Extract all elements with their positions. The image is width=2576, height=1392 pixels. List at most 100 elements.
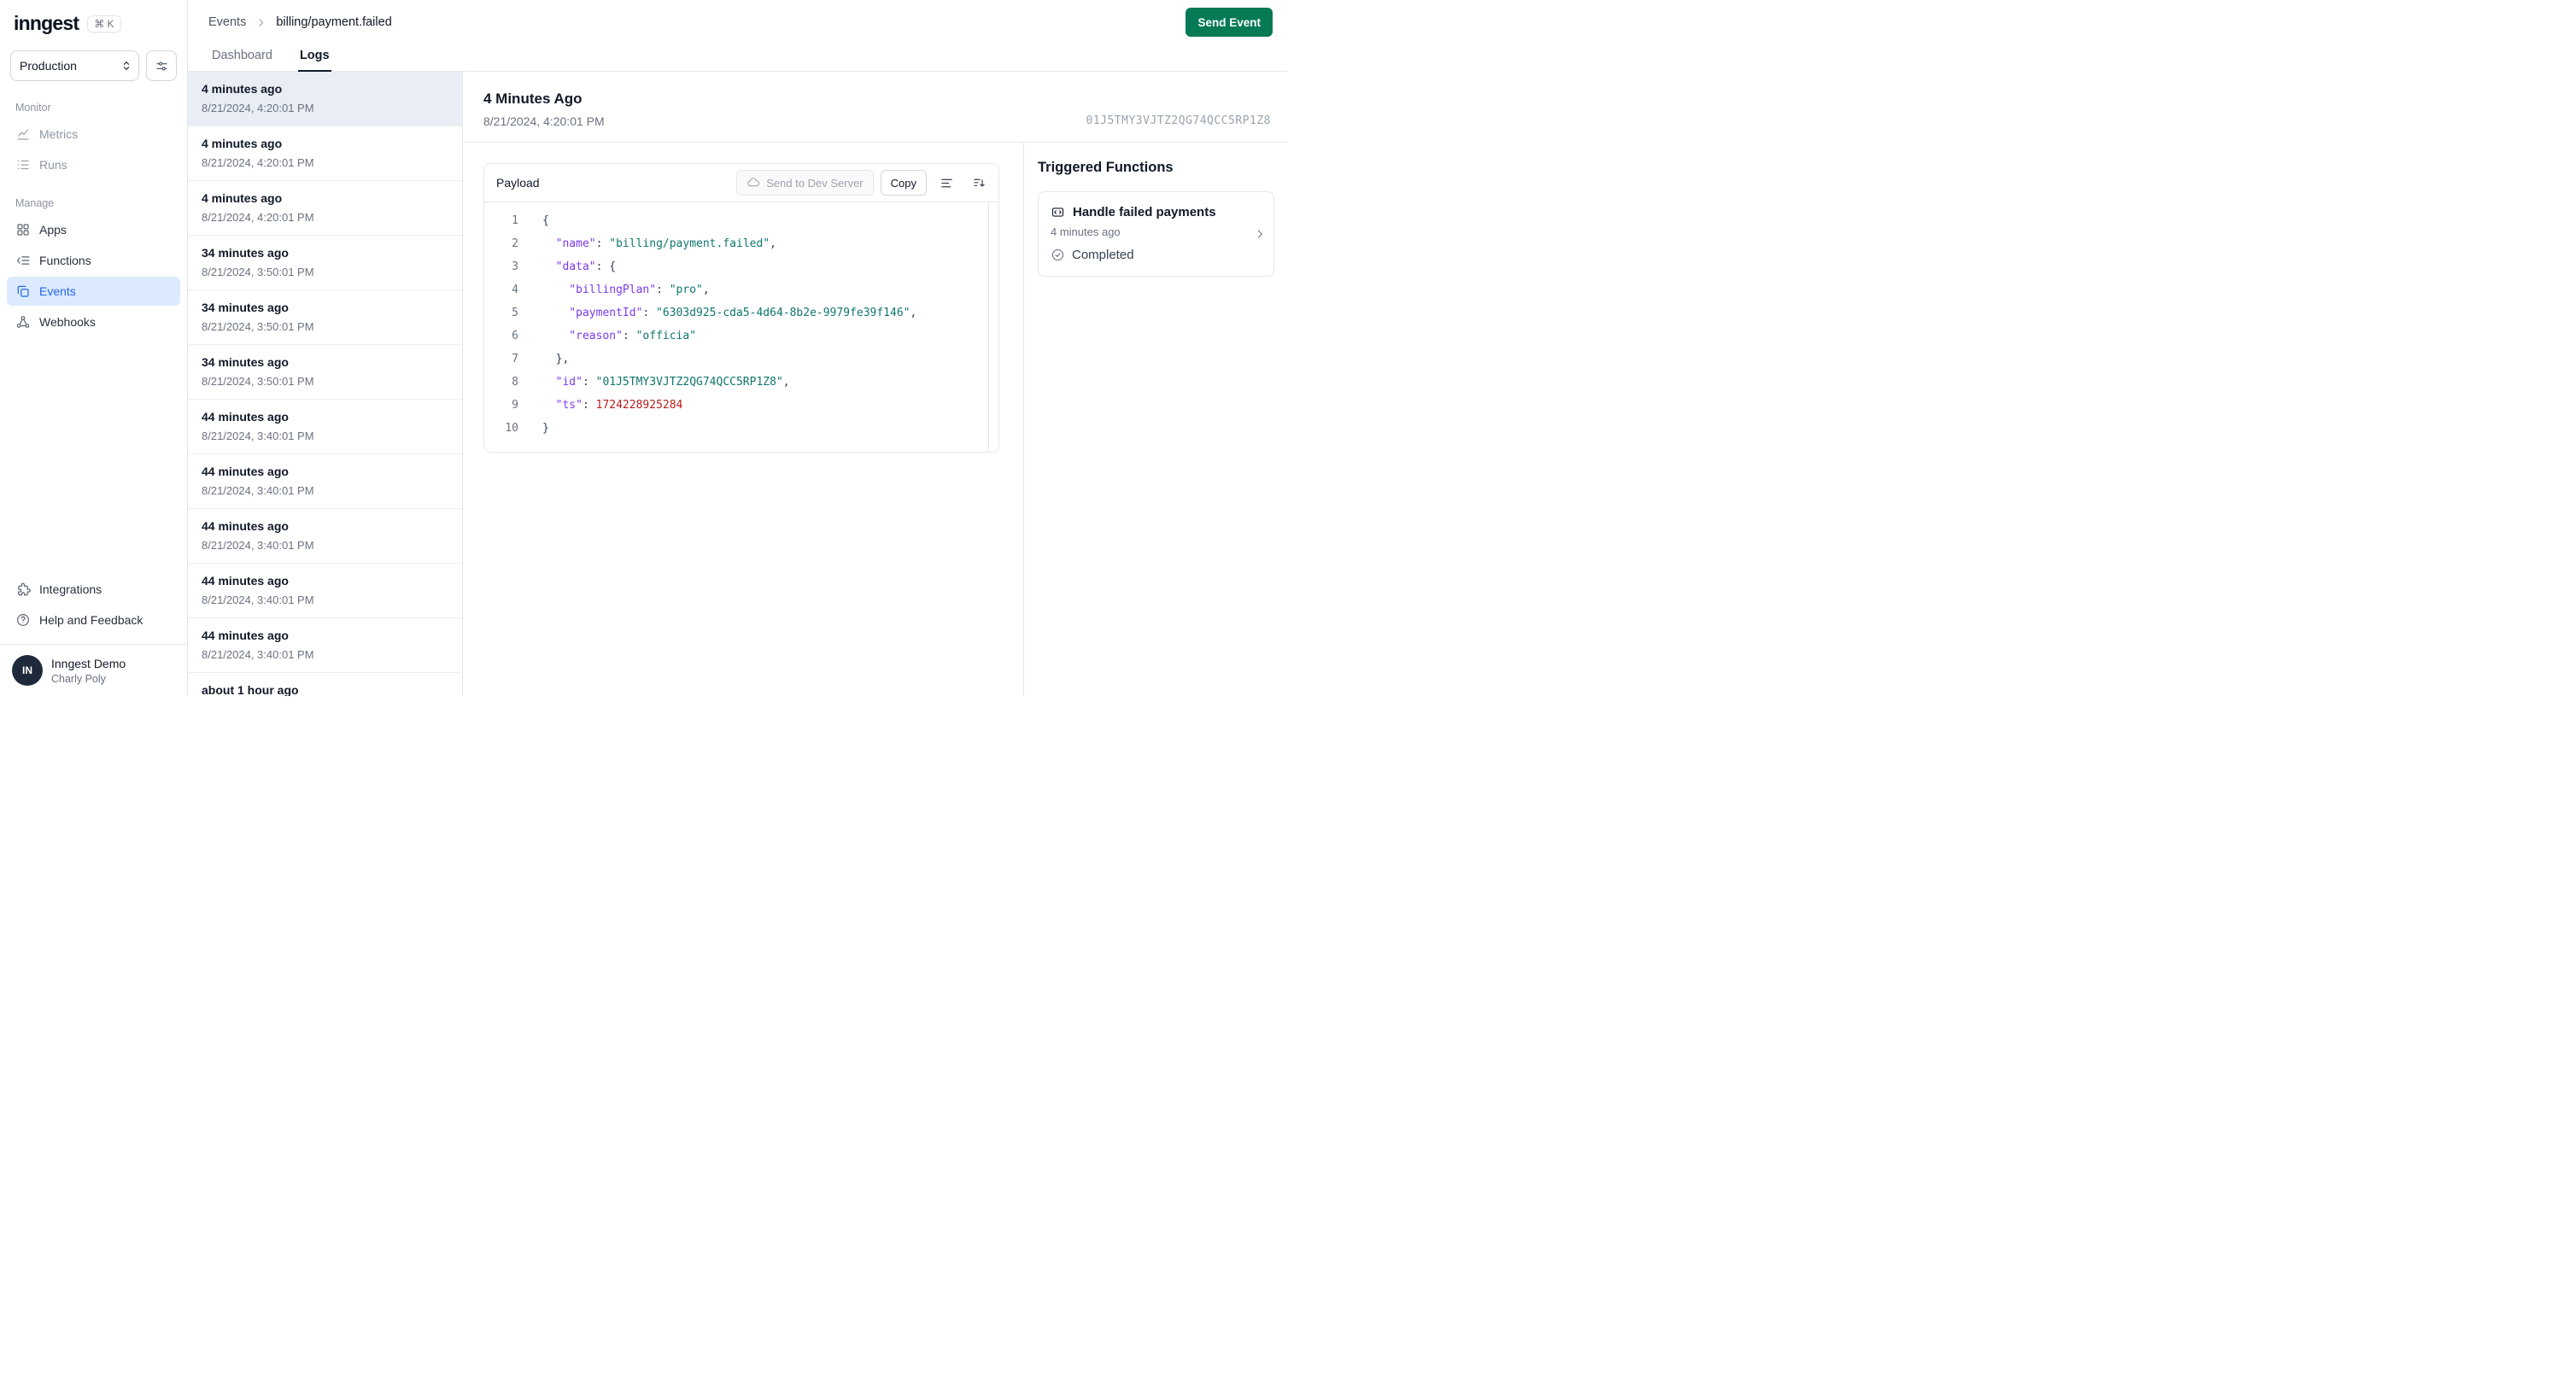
function-name: Handle failed payments bbox=[1073, 205, 1216, 219]
event-timestamp: 8/21/2024, 3:40:01 PM bbox=[202, 539, 314, 552]
code-line: 8 "id": "01J5TMY3VJTZ2QG74QCC5RP1Z8", bbox=[484, 371, 998, 394]
code-line: 9 "ts": 1724228925284 bbox=[484, 394, 998, 417]
sort-descending-icon bbox=[972, 176, 986, 190]
cloud-upload-icon bbox=[746, 176, 760, 190]
environment-select[interactable]: Production bbox=[10, 50, 139, 81]
events-copy-icon bbox=[15, 284, 31, 299]
event-relative-time: 4 minutes ago bbox=[202, 137, 283, 150]
event-timestamp: 8/21/2024, 4:20:01 PM bbox=[202, 156, 314, 169]
inngest-logo: inngest bbox=[14, 12, 79, 34]
sidebar-item-runs[interactable]: Runs bbox=[7, 150, 180, 179]
sidebar-item-help[interactable]: Help and Feedback bbox=[7, 605, 180, 635]
event-list-item[interactable]: 44 minutes ago 8/21/2024, 3:40:01 PM bbox=[188, 618, 462, 673]
triggered-functions-title: Triggered Functions bbox=[1038, 160, 1174, 175]
code-line-content: "name": "billing/payment.failed", bbox=[555, 237, 776, 250]
event-list-item[interactable]: 34 minutes ago 8/21/2024, 3:50:01 PM bbox=[188, 345, 462, 400]
event-list-item[interactable]: 44 minutes ago 8/21/2024, 3:40:01 PM bbox=[188, 400, 462, 454]
event-timestamp: 8/21/2024, 3:50:01 PM bbox=[202, 375, 314, 388]
tab-dashboard[interactable]: Dashboard bbox=[210, 49, 274, 71]
format-lines-button[interactable] bbox=[934, 170, 959, 196]
sliders-icon bbox=[155, 59, 169, 73]
sidebar-item-metrics[interactable]: Metrics bbox=[7, 120, 180, 149]
copy-button[interactable]: Copy bbox=[880, 170, 927, 196]
tab-logs[interactable]: Logs bbox=[297, 49, 331, 72]
align-left-icon bbox=[940, 176, 954, 190]
functions-list-icon bbox=[15, 253, 31, 268]
line-number: 2 bbox=[512, 237, 518, 250]
code-line: 10} bbox=[484, 417, 998, 440]
line-number: 9 bbox=[512, 399, 518, 412]
environment-settings-button[interactable] bbox=[146, 50, 177, 81]
user-menu[interactable]: IN Inngest Demo Charly Poly bbox=[0, 644, 187, 696]
tab-bar: Dashboard Logs bbox=[188, 39, 1288, 72]
code-line: 7 }, bbox=[484, 348, 998, 371]
send-event-button[interactable]: Send Event bbox=[1186, 8, 1273, 37]
event-list-item[interactable]: 44 minutes ago 8/21/2024, 3:40:01 PM bbox=[188, 454, 462, 509]
sidebar-item-label: Metrics bbox=[39, 127, 79, 141]
line-number: 10 bbox=[505, 422, 518, 435]
event-relative-time: 34 minutes ago bbox=[202, 355, 289, 369]
event-list: 4 minutes ago 8/21/2024, 4:20:01 PM 4 minu… bbox=[188, 72, 463, 696]
event-timestamp: 8/21/2024, 3:40:01 PM bbox=[202, 430, 314, 442]
event-list-item[interactable]: 44 minutes ago 8/21/2024, 3:40:01 PM bbox=[188, 509, 462, 564]
sidebar-item-events[interactable]: Events bbox=[7, 277, 180, 306]
event-relative-time: 44 minutes ago bbox=[202, 629, 289, 642]
event-timestamp: 8/21/2024, 3:50:01 PM bbox=[202, 266, 314, 278]
metrics-chart-icon bbox=[15, 126, 31, 142]
line-number: 3 bbox=[512, 260, 518, 273]
event-id: 01J5TMY3VJTZ2QG74QCC5RP1Z8 bbox=[1086, 114, 1271, 127]
sidebar-item-label: Events bbox=[39, 284, 76, 298]
code-line: 6 "reason": "officia" bbox=[484, 325, 998, 348]
send-to-dev-server-label: Send to Dev Server bbox=[766, 176, 864, 190]
event-list-item[interactable]: 34 minutes ago 8/21/2024, 3:50:01 PM bbox=[188, 236, 462, 290]
event-list-item[interactable]: 4 minutes ago 8/21/2024, 4:20:01 PM bbox=[188, 181, 462, 236]
wrap-lines-button[interactable] bbox=[966, 170, 992, 196]
main-area: Events billing/payment.failed Send Event… bbox=[188, 0, 1288, 696]
event-timestamp: 8/21/2024, 3:50:01 PM bbox=[202, 320, 314, 333]
code-line-content: { bbox=[542, 214, 549, 227]
sidebar-item-functions[interactable]: Functions bbox=[7, 246, 180, 275]
puzzle-icon bbox=[15, 582, 31, 597]
code-line-content: "data": { bbox=[555, 260, 617, 273]
code-line-content: "ts": 1724228925284 bbox=[555, 399, 683, 412]
code-line: 5 "paymentId": "6303d925-cda5-4d64-8b2e-… bbox=[484, 301, 998, 325]
code-line: 3 "data": { bbox=[484, 255, 998, 278]
event-relative-time: 44 minutes ago bbox=[202, 410, 289, 424]
command-k-shortcut-badge[interactable]: ⌘ K bbox=[87, 15, 121, 32]
chevron-right-icon[interactable] bbox=[1253, 227, 1267, 241]
user-subtitle: Charly Poly bbox=[51, 672, 106, 685]
code-line: 4 "billingPlan": "pro", bbox=[484, 278, 998, 301]
event-list-item[interactable]: 34 minutes ago 8/21/2024, 3:50:01 PM bbox=[188, 290, 462, 345]
sidebar-item-label: Runs bbox=[39, 158, 67, 172]
event-relative-time: 4 minutes ago bbox=[202, 191, 283, 205]
event-list-item[interactable]: 4 minutes ago 8/21/2024, 4:20:01 PM bbox=[188, 72, 462, 126]
environment-select-value: Production bbox=[20, 59, 77, 73]
avatar: IN bbox=[12, 655, 43, 686]
send-to-dev-server-button[interactable]: Send to Dev Server bbox=[736, 170, 874, 196]
code-line-content: }, bbox=[542, 353, 570, 366]
sidebar: inngest ⌘ K Production Monitor Metrics R… bbox=[0, 0, 188, 696]
triggered-function-card[interactable]: Handle failed payments 4 minutes ago Com… bbox=[1038, 191, 1274, 277]
event-detail: 4 Minutes Ago 8/21/2024, 4:20:01 PM 01J5… bbox=[463, 72, 1288, 696]
event-relative-time: 34 minutes ago bbox=[202, 301, 289, 314]
runs-list-icon bbox=[15, 157, 31, 173]
sidebar-item-label: Integrations bbox=[39, 582, 102, 596]
breadcrumb-events-link[interactable]: Events bbox=[208, 15, 246, 29]
breadcrumb: Events billing/payment.failed bbox=[208, 15, 392, 29]
sidebar-item-integrations[interactable]: Integrations bbox=[7, 575, 180, 604]
function-run-time: 4 minutes ago bbox=[1051, 225, 1121, 238]
line-number: 8 bbox=[512, 376, 518, 389]
sidebar-section-manage: Manage bbox=[15, 197, 55, 209]
payload-code[interactable]: 1{2 "name": "billing/payment.failed", 3 "… bbox=[484, 202, 998, 452]
sidebar-item-apps[interactable]: Apps bbox=[7, 215, 180, 244]
event-list-item[interactable]: 4 minutes ago 8/21/2024, 4:20:01 PM bbox=[188, 126, 462, 181]
help-circle-icon bbox=[15, 612, 31, 628]
event-detail-timestamp: 8/21/2024, 4:20:01 PM bbox=[483, 114, 605, 128]
event-relative-time: 44 minutes ago bbox=[202, 465, 289, 478]
event-relative-time: 4 minutes ago bbox=[202, 82, 283, 96]
line-number: 4 bbox=[512, 284, 518, 296]
event-list-item[interactable]: 44 minutes ago 8/21/2024, 3:40:01 PM bbox=[188, 564, 462, 618]
sidebar-item-webhooks[interactable]: Webhooks bbox=[7, 307, 180, 336]
payload-card-title: Payload bbox=[496, 176, 540, 190]
event-list-item[interactable]: about 1 hour ago bbox=[188, 673, 462, 696]
